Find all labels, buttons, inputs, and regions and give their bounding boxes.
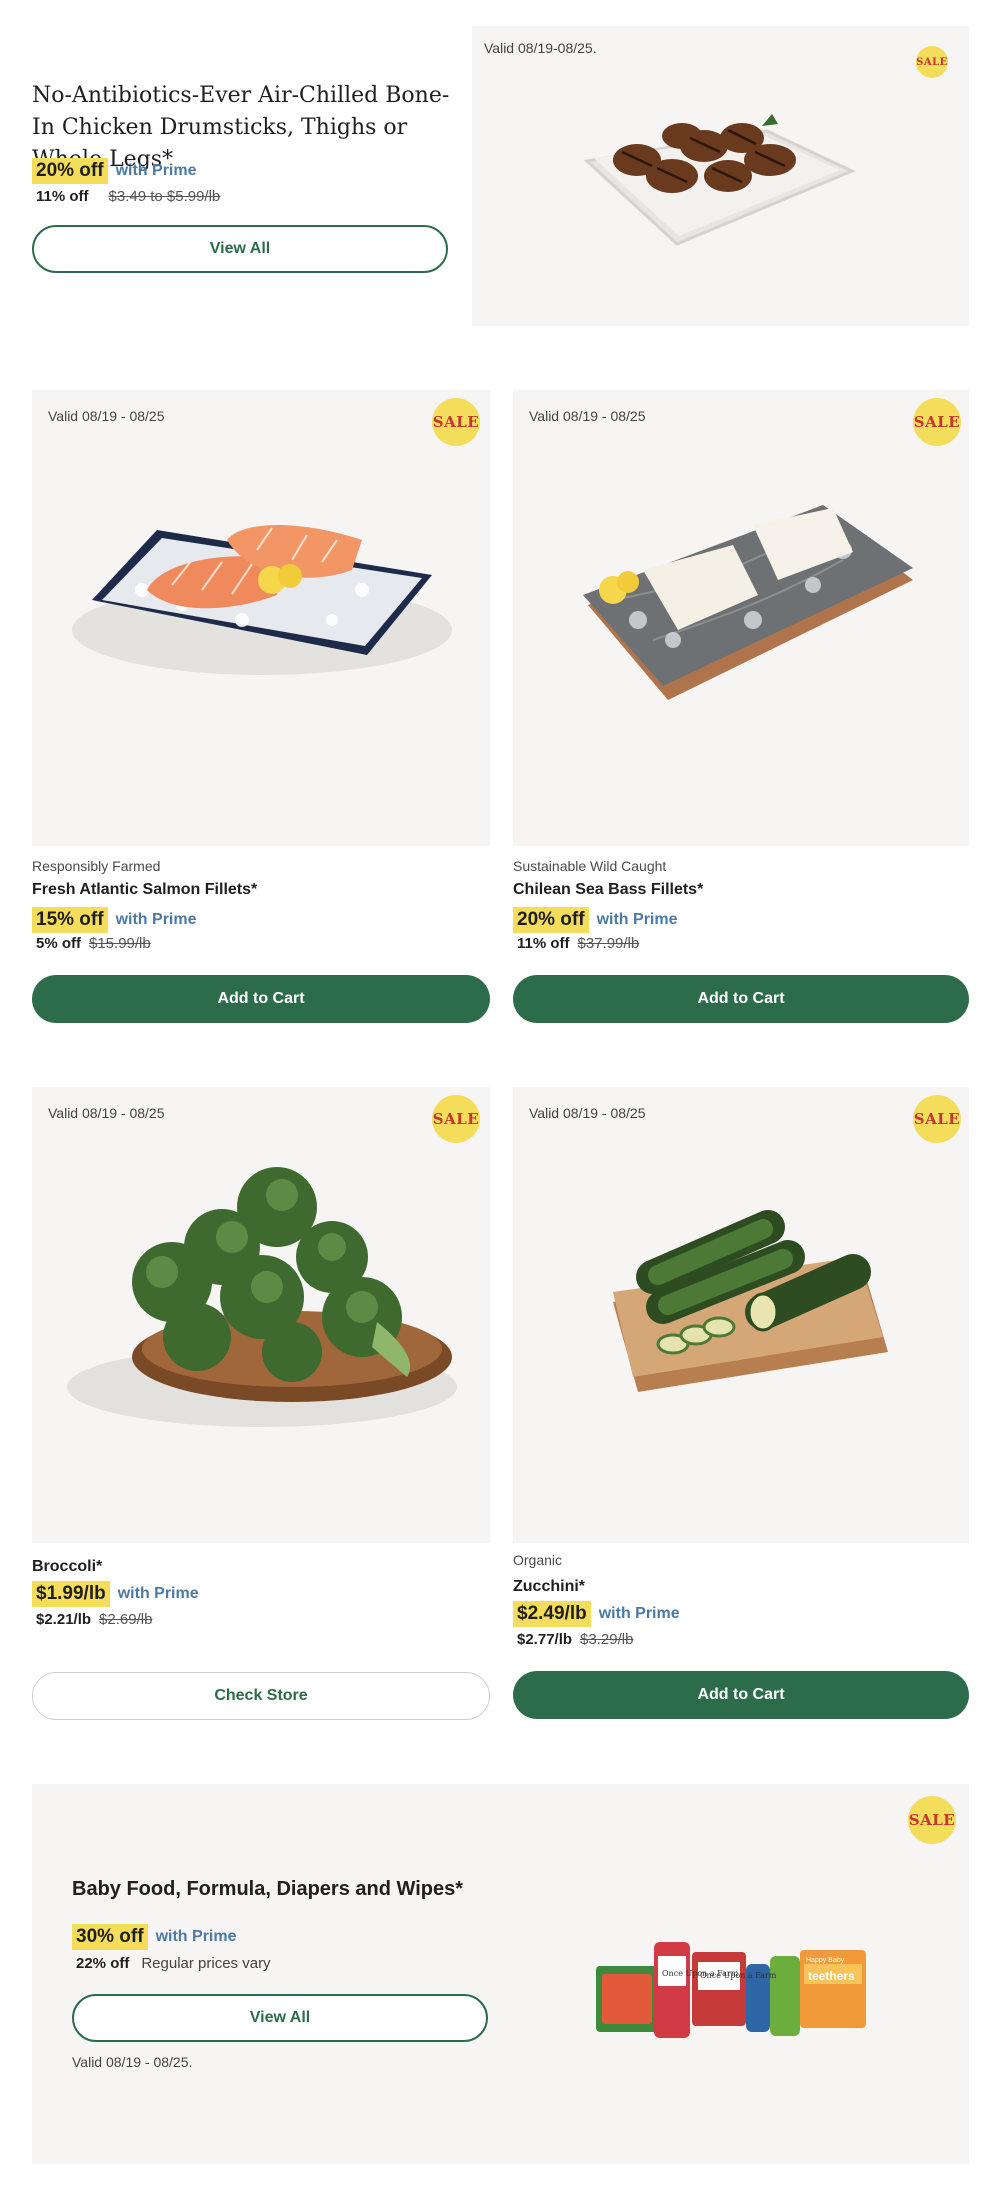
regular-price: $15.99/lb [89,935,151,952]
regular-price-now: $2.21/lb [36,1611,92,1628]
add-to-cart-button[interactable]: Add to Cart [513,975,969,1023]
prime-discount-badge: 30% off [72,1924,148,1950]
prime-price-badge: $2.49/lb [513,1601,591,1627]
regular-price: $37.99/lb [577,935,640,952]
regular-price-row: $2.21/lb $2.69/lb [36,1611,152,1628]
with-prime-label: with Prime [115,911,197,928]
product-name[interactable]: Fresh Atlantic Salmon Fillets* [32,881,257,899]
product-image-panel: Valid 08/19 - 08/25 SALE [513,1087,969,1543]
regular-price-row: 5% off $15.99/lb [36,935,151,952]
regular-discount: 11% off [36,188,89,205]
baby-food-pouches-image: Once Upon a Farm Once Upon a Farm Happy … [596,1942,866,2038]
valid-dates: Valid 08/19 - 08/25. [72,2054,193,2070]
prime-price-badge: $1.99/lb [32,1581,110,1607]
regular-price-now: $2.77/lb [517,1631,573,1648]
product-name[interactable]: Broccoli* [32,1558,102,1576]
regular-note: Regular prices vary [141,1955,271,1972]
regular-price: $3.29/lb [580,1631,634,1648]
product-tagline: Organic [513,1552,563,1568]
with-prime-label: with Prime [117,1585,199,1602]
product-tagline: Sustainable Wild Caught [513,858,667,874]
add-to-cart-button[interactable]: Add to Cart [32,975,490,1023]
regular-price: $3.49 to $5.99/lb [108,188,221,205]
with-prime-label: with Prime [598,1605,680,1622]
product-image-panel: Valid 08/19 - 08/25 SALE [32,1087,490,1543]
discount-row: 15% off with Prime [32,907,196,933]
grilled-chicken-image [583,114,856,246]
salmon-on-ice-image [72,525,452,675]
pouch-label: teethers [808,1969,855,1983]
promo-title: Baby Food, Formula, Diapers and Wipes* [72,1878,463,1900]
hero-regular-row: 11% off $3.49 to $5.99/lb [36,188,220,205]
broccoli-plate-image [67,1167,457,1427]
product-tagline: Responsibly Farmed [32,858,161,874]
discount-row: $1.99/lb with Prime [32,1581,199,1607]
product-name[interactable]: Zucchini* [513,1578,585,1596]
hero-discount-row: 20% off with Prime [32,158,196,184]
view-all-button[interactable]: View All [72,1994,488,2042]
hero-image-panel: Valid 08/19-08/25. SALE [472,26,969,326]
check-store-button[interactable]: Check Store [32,1672,490,1720]
discount-row: 20% off with Prime [513,907,677,933]
regular-price: $2.69/lb [99,1611,153,1628]
product-name[interactable]: Chilean Sea Bass Fillets* [513,881,703,899]
regular-price-row: $2.77/lb $3.29/lb [517,1631,633,1648]
prime-discount-badge: 20% off [32,158,108,184]
add-to-cart-button[interactable]: Add to Cart [513,1671,969,1719]
discount-row: $2.49/lb with Prime [513,1601,680,1627]
view-all-button[interactable]: View All [32,225,448,273]
prime-discount-badge: 15% off [32,907,108,933]
with-prime-label: with Prime [596,911,678,928]
regular-row: 22% off Regular prices vary [76,1955,271,1972]
regular-discount: 5% off [36,935,81,952]
product-image-panel: Valid 08/19 - 08/25 SALE [513,390,969,846]
discount-row: 30% off with Prime [72,1924,236,1950]
baby-promo-panel: SALE Baby Food, Formula, Diapers and Wip… [32,1784,969,2164]
zucchini-board-image [613,1210,888,1392]
regular-discount: 11% off [517,935,570,952]
regular-discount: 22% off [76,1955,130,1972]
pouch-label: Happy Baby [806,1957,845,1964]
pouch-label: Once Upon a Farm [700,1971,777,1980]
with-prime-label: with Prime [155,1928,237,1945]
sea-bass-on-marble-image [583,505,913,700]
sale-badge-icon: SALE [908,1796,956,1844]
regular-price-row: 11% off $37.99/lb [517,935,639,952]
with-prime-label: with Prime [115,162,197,179]
product-image-panel: Valid 08/19 - 08/25 SALE [32,390,490,846]
prime-discount-badge: 20% off [513,907,589,933]
